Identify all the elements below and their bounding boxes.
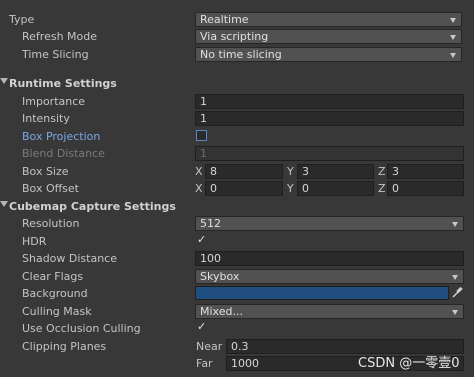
chevron-down-icon <box>450 18 456 23</box>
time-slicing-dropdown[interactable]: No time slicing <box>195 47 462 62</box>
clear-flags-dropdown[interactable]: Skybox <box>195 269 464 284</box>
box-offset-y-field[interactable]: 0 <box>297 181 374 196</box>
box-offset-label: Box Offset <box>22 182 79 195</box>
box-size-row: Box Size X 8 Y 3 Z 3 <box>0 163 474 180</box>
culling-mask-value: Mixed... <box>200 305 243 318</box>
occlusion-culling-checkbox[interactable]: ✓ <box>197 320 206 333</box>
intensity-label: Intensity <box>22 112 70 125</box>
box-size-x-field[interactable]: 8 <box>205 164 283 179</box>
refresh-mode-row: Refresh Mode Via scripting <box>0 28 474 45</box>
intensity-row: Intensity 1 <box>0 110 474 127</box>
resolution-value: 512 <box>200 217 221 230</box>
cubemap-settings-title: Cubemap Capture Settings <box>9 200 176 213</box>
blend-distance-label: Blend Distance <box>22 147 105 160</box>
chevron-down-icon <box>452 222 458 227</box>
importance-field[interactable]: 1 <box>195 94 464 109</box>
box-projection-row: Box Projection <box>0 128 474 145</box>
z-axis-label: Z <box>378 182 386 195</box>
resolution-label: Resolution <box>22 217 80 230</box>
culling-mask-dropdown[interactable]: Mixed... <box>195 304 464 319</box>
time-slicing-value: No time slicing <box>200 48 282 61</box>
cubemap-settings-header[interactable]: Cubemap Capture Settings <box>0 198 474 215</box>
hdr-label: HDR <box>22 235 47 248</box>
shadow-distance-field[interactable]: 100 <box>195 251 464 266</box>
occlusion-culling-label: Use Occlusion Culling <box>22 322 141 335</box>
clear-flags-value: Skybox <box>200 270 240 283</box>
box-size-y-field[interactable]: 3 <box>297 164 374 179</box>
type-row: Type Realtime <box>0 11 474 28</box>
background-row: Background <box>0 285 474 302</box>
z-axis-label: Z <box>378 165 386 178</box>
foldout-arrow-icon[interactable] <box>0 78 8 84</box>
box-size-z-field[interactable]: 3 <box>387 164 464 179</box>
refresh-mode-label: Refresh Mode <box>22 30 98 43</box>
type-dropdown[interactable]: Realtime <box>195 12 462 27</box>
shadow-distance-row: Shadow Distance 100 <box>0 250 474 267</box>
time-slicing-row: Time Slicing No time slicing <box>0 46 474 63</box>
time-slicing-label: Time Slicing <box>22 48 89 61</box>
clear-flags-row: Clear Flags Skybox <box>0 268 474 285</box>
intensity-field[interactable]: 1 <box>195 111 464 126</box>
x-axis-label: X <box>195 182 203 195</box>
chevron-down-icon <box>452 275 458 280</box>
clear-flags-label: Clear Flags <box>22 270 84 283</box>
clipping-planes-label: Clipping Planes <box>22 340 107 353</box>
shadow-distance-label: Shadow Distance <box>22 252 117 265</box>
occlusion-culling-row: Use Occlusion Culling ✓ <box>0 320 474 337</box>
box-offset-z-field[interactable]: 0 <box>387 181 464 196</box>
runtime-settings-title: Runtime Settings <box>9 77 117 90</box>
runtime-settings-header[interactable]: Runtime Settings <box>0 75 474 92</box>
chevron-down-icon <box>452 310 458 315</box>
background-label: Background <box>22 287 88 300</box>
near-label: Near <box>196 340 223 353</box>
far-label: Far <box>196 357 213 370</box>
refresh-mode-dropdown[interactable]: Via scripting <box>195 29 462 44</box>
foldout-arrow-icon[interactable] <box>0 201 8 207</box>
blend-distance-field: 1 <box>195 146 464 161</box>
box-size-label: Box Size <box>22 165 69 178</box>
box-projection-label: Box Projection <box>22 130 101 143</box>
resolution-row: Resolution 512 <box>0 215 474 232</box>
box-projection-checkbox[interactable] <box>196 130 207 141</box>
x-axis-label: X <box>195 165 203 178</box>
importance-label: Importance <box>22 95 86 108</box>
box-offset-row: Box Offset X 0 Y 0 Z 0 <box>0 180 474 197</box>
y-axis-label: Y <box>287 182 294 195</box>
chevron-down-icon <box>450 35 456 40</box>
eyedropper-icon[interactable] <box>452 286 463 301</box>
box-offset-x-field[interactable]: 0 <box>205 181 283 196</box>
culling-mask-row: Culling Mask Mixed... <box>0 303 474 320</box>
hdr-checkbox[interactable]: ✓ <box>197 233 206 246</box>
type-label: Type <box>9 13 35 26</box>
y-axis-label: Y <box>287 165 294 178</box>
refresh-mode-value: Via scripting <box>200 30 269 43</box>
importance-row: Importance 1 <box>0 93 474 110</box>
resolution-dropdown[interactable]: 512 <box>195 216 464 231</box>
blend-distance-row: Blend Distance 1 <box>0 145 474 162</box>
hdr-row: HDR ✓ <box>0 233 474 250</box>
watermark: CSDN @一零壹0 <box>358 356 460 371</box>
chevron-down-icon <box>450 53 456 58</box>
background-color-swatch[interactable] <box>195 286 449 300</box>
type-value: Realtime <box>200 13 249 26</box>
culling-mask-label: Culling Mask <box>22 305 92 318</box>
